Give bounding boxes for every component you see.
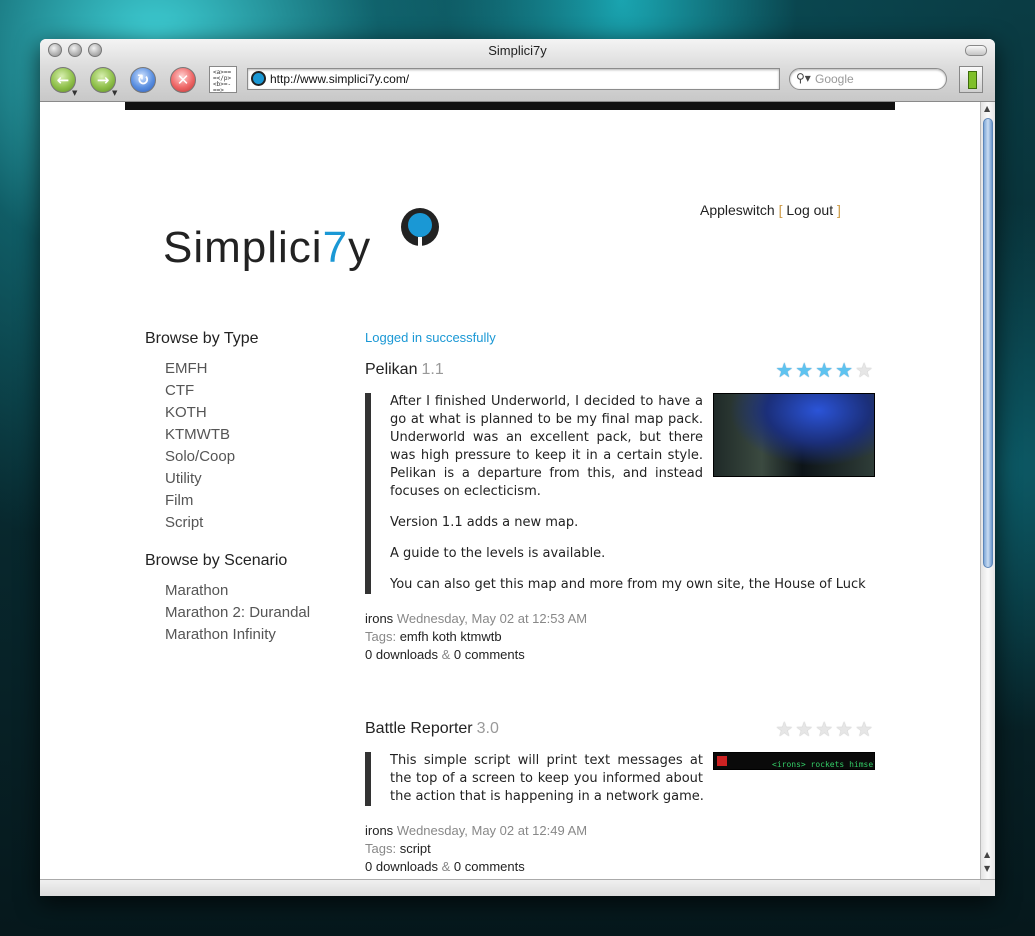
- logo-text-tail: y: [348, 223, 372, 272]
- scroll-down-icon[interactable]: ▼: [984, 864, 990, 873]
- sidebar-item-solo-coop[interactable]: Solo/Coop: [165, 446, 345, 468]
- star-icon[interactable]: ★: [855, 360, 875, 382]
- player-marker-icon: [717, 756, 727, 766]
- post-paragraph: A guide to the levels is available.: [390, 546, 606, 561]
- main-content: Logged in successfully Pelikan 1.1 ★★★★★ …: [365, 330, 875, 879]
- arrow-left-icon: ←: [56, 71, 70, 89]
- star-icon[interactable]: ★: [815, 719, 835, 741]
- sidebar-item-ctf[interactable]: CTF: [165, 380, 345, 402]
- source-code-icon: <a>== =</p> <b>=- ==>: [213, 69, 232, 93]
- post-date: Wednesday, May 02 at 12:53 AM: [396, 611, 588, 626]
- scrollbar-thumb[interactable]: [983, 118, 993, 568]
- post-body: After I finished Underworld, I decided t…: [365, 393, 875, 594]
- address-input[interactable]: http://www.simplici7y.com/: [270, 72, 409, 86]
- search-icon: ⚲▾: [796, 71, 811, 85]
- stop-button[interactable]: ✕: [170, 67, 196, 93]
- post-title-link[interactable]: Battle Reporter: [365, 720, 473, 737]
- browse-by-scenario-heading: Browse by Scenario: [145, 552, 288, 569]
- post-meta: irons Wednesday, May 02 at 12:49 AM Tags…: [365, 823, 588, 874]
- post-tags[interactable]: emfh koth ktmwtb: [400, 629, 502, 644]
- sidebar-item-script[interactable]: Script: [165, 512, 345, 534]
- comments-link[interactable]: 0 comments: [454, 859, 525, 874]
- logo-mark-icon: [401, 208, 439, 251]
- star-icon[interactable]: ★: [835, 719, 855, 741]
- search-input[interactable]: Google: [815, 72, 854, 86]
- star-icon[interactable]: ★: [795, 360, 815, 382]
- page-viewport: Simplici7y Appleswitch [ Log out ] Brows…: [40, 102, 980, 879]
- star-icon[interactable]: ★: [775, 360, 795, 382]
- user-area: Appleswitch [ Log out ]: [700, 202, 841, 218]
- bracket-open: [: [778, 202, 783, 218]
- post-item: Pelikan 1.1 ★★★★★ After I finished Underw…: [365, 361, 875, 664]
- post-date: Wednesday, May 02 at 12:49 AM: [396, 823, 588, 838]
- search-field[interactable]: ⚲▾ Google: [789, 68, 947, 90]
- post-title-link[interactable]: Pelikan: [365, 361, 417, 378]
- tags-label: Tags:: [365, 629, 397, 644]
- sidebar-item-marathon[interactable]: Marathon: [165, 580, 345, 602]
- resize-grip[interactable]: [980, 879, 995, 896]
- site-top-bar: [125, 102, 895, 110]
- sidebar: Browse by Type EMFH CTF KOTH KTMWTB Solo…: [145, 330, 345, 664]
- logout-link[interactable]: Log out: [786, 202, 833, 218]
- post-body: <irons> rockets himself. This simple scr…: [365, 752, 875, 806]
- comments-link[interactable]: 0 comments: [454, 647, 525, 662]
- login-notice: Logged in successfully: [365, 330, 496, 345]
- post-item: Battle Reporter 3.0 ★★★★★ <irons> rockets…: [365, 720, 875, 876]
- username[interactable]: Appleswitch: [700, 202, 775, 218]
- forward-history-dropdown-icon[interactable]: ▼: [112, 89, 117, 97]
- bookmark-button[interactable]: [959, 66, 983, 93]
- thumbnail-caption: <irons> rockets himself.: [772, 760, 874, 769]
- reload-button[interactable]: ↻: [130, 67, 156, 93]
- downloads-link[interactable]: 0 downloads: [365, 859, 438, 874]
- close-icon: ✕: [176, 71, 190, 89]
- star-icon[interactable]: ★: [815, 360, 835, 382]
- star-icon[interactable]: ★: [795, 719, 815, 741]
- post-author[interactable]: irons: [365, 611, 393, 626]
- sidebar-item-utility[interactable]: Utility: [165, 468, 345, 490]
- sidebar-item-koth[interactable]: KOTH: [165, 402, 345, 424]
- status-bar: [40, 879, 980, 896]
- window-title: Simplici7y: [488, 43, 547, 58]
- scroll-up-icon[interactable]: ▲: [984, 850, 990, 859]
- bracket-close: ]: [836, 202, 841, 218]
- downloads-link[interactable]: 0 downloads: [365, 647, 438, 662]
- site-favicon-icon: [251, 71, 266, 86]
- sidebar-item-marathon-infinity[interactable]: Marathon Infinity: [165, 624, 345, 646]
- browser-window: Simplici7y ← ▼ → ▼ ↻ ✕ <a>== =</p> <b>=- ==…: [40, 39, 995, 896]
- star-icon[interactable]: ★: [835, 360, 855, 382]
- vertical-scrollbar[interactable]: ▲ ▲ ▼: [980, 102, 995, 879]
- scroll-up-icon[interactable]: ▲: [984, 104, 990, 113]
- sidebar-item-marathon-2[interactable]: Marathon 2: Durandal: [165, 602, 345, 624]
- logo-text-seven: 7: [322, 223, 349, 272]
- view-source-button[interactable]: <a>== =</p> <b>=- ==>: [209, 66, 237, 93]
- reload-icon: ↻: [136, 71, 150, 89]
- post-paragraph: You can also get this map and more from …: [390, 577, 866, 592]
- rating-stars[interactable]: ★★★★★: [775, 720, 875, 740]
- scenario-list: Marathon Marathon 2: Durandal Marathon I…: [145, 580, 345, 646]
- sidebar-item-emfh[interactable]: EMFH: [165, 358, 345, 380]
- logo-text: Simplici: [163, 223, 323, 272]
- type-list: EMFH CTF KOTH KTMWTB Solo/Coop Utility F…: [145, 358, 345, 534]
- star-icon[interactable]: ★: [855, 719, 875, 741]
- back-history-dropdown-icon[interactable]: ▼: [72, 89, 77, 97]
- post-paragraph: Version 1.1 adds a new map.: [390, 515, 579, 530]
- post-thumbnail[interactable]: <irons> rockets himself.: [713, 752, 875, 770]
- arrow-right-icon: →: [96, 71, 110, 89]
- title-bar: Simplici7y ← ▼ → ▼ ↻ ✕ <a>== =</p> <b>=- ==…: [40, 39, 995, 102]
- post-author[interactable]: irons: [365, 823, 393, 838]
- rating-stars[interactable]: ★★★★★: [775, 361, 875, 381]
- toolbar-toggle-button[interactable]: [965, 45, 987, 56]
- post-tags[interactable]: script: [400, 841, 431, 856]
- tags-label: Tags:: [365, 841, 397, 856]
- address-bar[interactable]: http://www.simplici7y.com/: [247, 68, 780, 90]
- post-meta: irons Wednesday, May 02 at 12:53 AM Tags…: [365, 611, 588, 662]
- star-icon[interactable]: ★: [775, 719, 795, 741]
- sidebar-item-ktmwtb[interactable]: KTMWTB: [165, 424, 345, 446]
- sidebar-item-film[interactable]: Film: [165, 490, 345, 512]
- post-thumbnail[interactable]: [713, 393, 875, 477]
- browse-by-type-heading: Browse by Type: [145, 330, 259, 347]
- post-version: 3.0: [476, 720, 499, 737]
- post-version: 1.1: [421, 361, 444, 378]
